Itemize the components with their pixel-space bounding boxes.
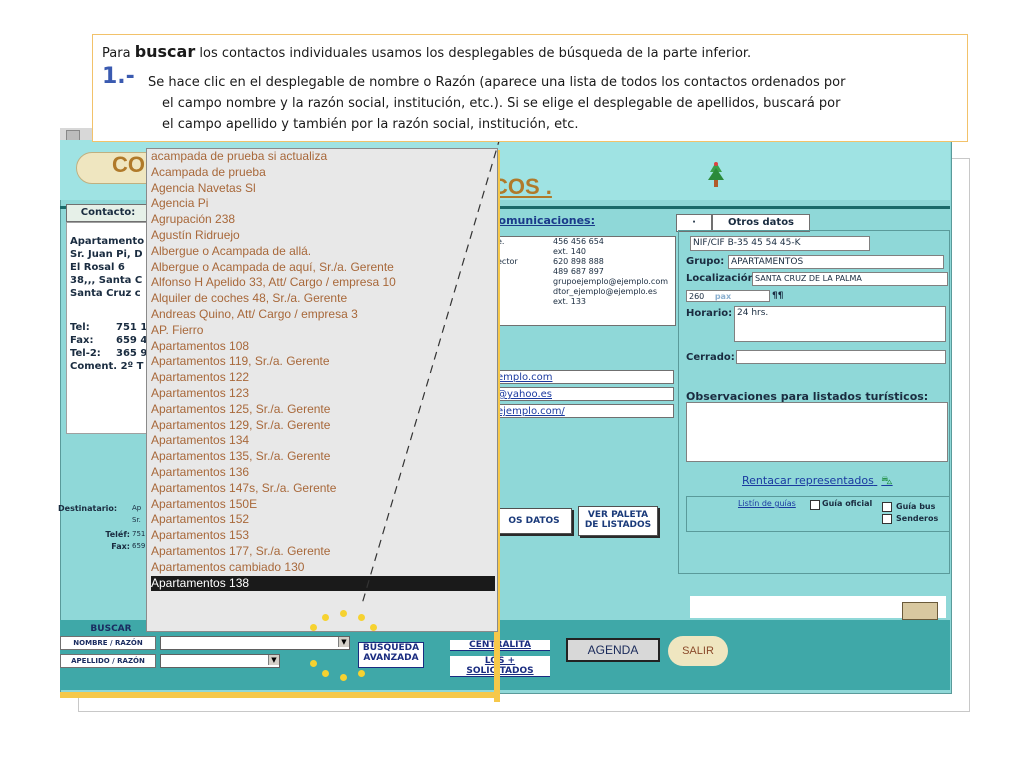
highlight-dot	[358, 614, 365, 621]
note-line-1-pre: Para	[102, 46, 131, 61]
highlight-dot	[358, 670, 365, 677]
highlight-dot	[340, 674, 347, 681]
note-line-1: Para buscar los contactos individuales u…	[102, 42, 751, 61]
note-line-3: el campo nombre y la razón social, insti…	[162, 96, 841, 111]
highlight-dot	[340, 610, 347, 617]
note-line-4: el campo apellido y también por la razón…	[162, 117, 579, 132]
highlight-dot	[322, 614, 329, 621]
callout-dashed-line	[361, 69, 521, 605]
highlight-dot	[322, 670, 329, 677]
highlight-dot	[310, 624, 317, 631]
highlight-dot	[370, 624, 377, 631]
note-line-2: Se hace clic en el desplegable de nombre…	[148, 75, 846, 90]
note-step-number: 1.-	[102, 64, 135, 89]
note-buscar-word: buscar	[134, 42, 196, 61]
highlight-dot	[310, 660, 317, 667]
note-line-1-post: los contactos individuales usamos los de…	[199, 46, 752, 61]
